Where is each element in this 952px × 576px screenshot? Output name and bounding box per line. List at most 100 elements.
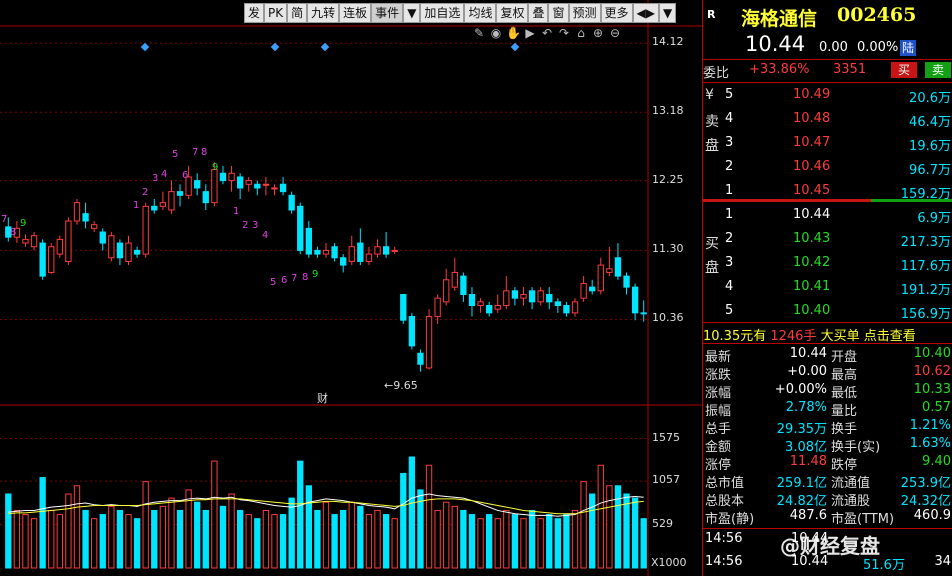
- big-order-notice[interactable]: 10.35元有 1246手 大买单 点击查看: [703, 325, 916, 344]
- toolbar-item-7[interactable]: 加自选: [420, 3, 465, 23]
- bids-row[interactable]: 4 10.41 191.2万: [703, 279, 952, 299]
- td-count: 9: [312, 269, 318, 280]
- volume-bar: [288, 497, 295, 569]
- td-count: 7: [1, 214, 7, 225]
- volume-bar: [168, 497, 175, 569]
- book-volume: 156.9万: [900, 307, 951, 322]
- volume-bar: [73, 485, 81, 569]
- toolbar-item-5[interactable]: 事件: [371, 3, 404, 23]
- book-price: 10.49: [793, 87, 831, 102]
- toolbar-item-11[interactable]: 窗: [548, 3, 569, 23]
- stat-value: +0.00: [787, 364, 827, 379]
- big-order-type: 大买单: [820, 329, 860, 344]
- toolbar-item-3[interactable]: 九转: [307, 3, 340, 23]
- asks-row[interactable]: 2 10.46 96.7万: [703, 159, 952, 179]
- toolbar-item-9[interactable]: 复权: [496, 3, 529, 23]
- price-change: 0.00: [819, 40, 848, 55]
- stat-value: +0.00%: [774, 382, 827, 397]
- toolbar-item-4[interactable]: 连板: [339, 3, 372, 23]
- book-volume: 217.3万: [900, 235, 951, 250]
- exchange-tag: 陆: [900, 40, 916, 56]
- stat-value: 2.78%: [785, 400, 827, 415]
- stat-row: 总股本 24.82亿 流通股 24.32亿: [703, 490, 952, 509]
- bids-row[interactable]: 1 10.44 6.9万: [703, 207, 952, 227]
- candle-body: [116, 242, 124, 259]
- td-count: 5: [270, 277, 276, 288]
- candle-body: [99, 231, 106, 244]
- hand-icon[interactable]: ✋: [506, 26, 521, 40]
- stat-value: 0.57: [922, 400, 951, 415]
- volume-bar: [30, 518, 38, 569]
- candle-body: [279, 183, 287, 193]
- book-volume: 6.9万: [917, 211, 951, 226]
- candle-body: [365, 253, 373, 262]
- redo-icon[interactable]: ↷: [557, 26, 571, 40]
- book-level: 4: [725, 279, 734, 294]
- td-count: 9: [20, 218, 26, 229]
- book-volume: 191.2万: [900, 283, 951, 298]
- volume-bar: [39, 477, 46, 569]
- volume-bar: [99, 514, 106, 569]
- candle-body: [640, 312, 647, 315]
- book-level: 2: [725, 159, 734, 174]
- toolbar-item-12[interactable]: 预测: [568, 3, 601, 23]
- pen-icon[interactable]: ✎: [472, 26, 486, 40]
- book-price: 10.43: [793, 231, 831, 246]
- candle-body: [340, 257, 347, 266]
- book-level: 5: [725, 87, 734, 102]
- book-price: 10.47: [793, 135, 831, 150]
- kline-chart[interactable]: 123 4567 8912 345 6 7 8 97 98: [0, 0, 702, 576]
- asks-row[interactable]: 4 10.48 46.4万: [703, 111, 952, 131]
- volume-bar: [116, 509, 124, 569]
- stat-value: 1.63%: [909, 436, 951, 451]
- td-count: 9: [212, 162, 218, 173]
- toolbar-item-13[interactable]: 更多: [600, 3, 633, 23]
- stat-value: 253.9亿: [900, 476, 951, 491]
- volume-bar: [262, 509, 270, 569]
- volume-bars: [5, 456, 647, 569]
- price-axis-label: 11.30: [652, 242, 684, 256]
- buy-button[interactable]: 买: [891, 62, 917, 78]
- big-order-volume: 1246手: [770, 329, 817, 344]
- lock-icon[interactable]: ⌂: [574, 26, 588, 40]
- volume-bar: [391, 518, 398, 569]
- volume-bar: [477, 518, 484, 569]
- candle-body: [382, 246, 390, 255]
- stat-row: 金额 3.08亿 换手(实) 1.63%: [703, 436, 952, 455]
- toolbar-item-14[interactable]: ◀▶: [632, 3, 659, 23]
- toolbar-item-8[interactable]: 均线: [464, 3, 497, 23]
- play-icon[interactable]: ▶: [523, 26, 537, 40]
- toolbar-item-10[interactable]: 叠: [528, 3, 549, 23]
- price-axis-label: 10.36: [652, 311, 684, 325]
- asks-row[interactable]: 5 10.49 20.6万: [703, 87, 952, 107]
- toolbar-item-15[interactable]: ▼: [659, 3, 677, 23]
- volume-bar: [434, 509, 441, 569]
- candle-body: [606, 268, 613, 273]
- undo-icon[interactable]: ↶: [540, 26, 554, 40]
- stat-label: 振幅: [705, 404, 732, 419]
- volume-bar: [228, 493, 235, 569]
- stat-label: 流通股: [831, 494, 871, 509]
- book-level: 4: [725, 111, 734, 126]
- bids-row[interactable]: 3 10.42 117.6万: [703, 255, 952, 275]
- big-order-link[interactable]: 点击查看: [864, 329, 916, 344]
- candle-body: [374, 246, 381, 255]
- volume-bar: [56, 514, 63, 569]
- volume-bar: [382, 514, 390, 569]
- bids-row[interactable]: 2 10.43 217.3万: [703, 231, 952, 251]
- stat-row: 涨停 11.48 跌停 9.40: [703, 454, 952, 473]
- eye-icon[interactable]: ◉: [489, 26, 503, 40]
- toolbar-item-6[interactable]: ▼: [403, 3, 421, 23]
- toolbar-item-0[interactable]: 发: [244, 3, 265, 23]
- book-volume: 19.6万: [909, 139, 951, 154]
- event-marker-cai[interactable]: 财: [317, 390, 328, 406]
- chart-toolbar: 发 PK 简九转 连板 事件 ▼ 加自选 均线 复权叠窗预测 更多 ◀▶ ▼: [244, 3, 677, 23]
- zoom-in-icon[interactable]: ⊕: [591, 26, 605, 40]
- toolbar-item-2[interactable]: 简: [287, 3, 308, 23]
- asks-row[interactable]: 3 10.47 19.6万: [703, 135, 952, 155]
- bids-row[interactable]: 5 10.40 156.9万: [703, 303, 952, 323]
- zoom-out-icon[interactable]: ⊖: [608, 26, 622, 40]
- volume-bar: [580, 481, 587, 569]
- toolbar-item-1[interactable]: PK: [264, 3, 288, 23]
- sell-button[interactable]: 卖: [925, 62, 951, 78]
